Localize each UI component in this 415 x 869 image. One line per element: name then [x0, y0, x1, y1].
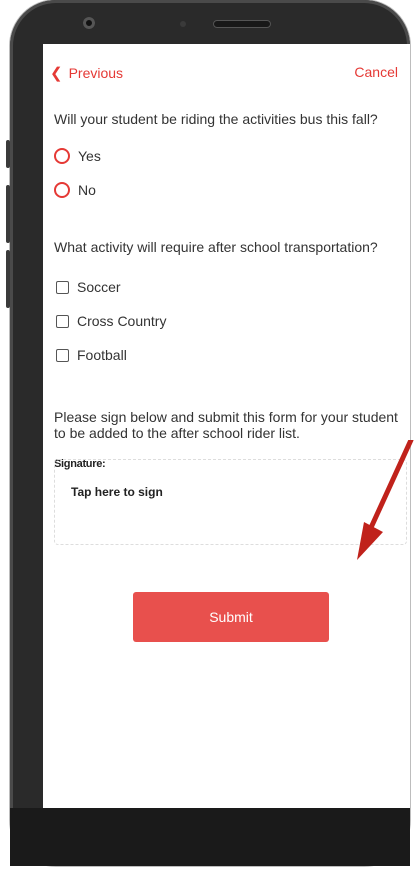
option-label: No — [78, 182, 96, 198]
checkbox-football[interactable]: Football — [54, 347, 127, 363]
previous-button[interactable]: ❮ Previous — [50, 64, 123, 82]
volume-down-button — [6, 250, 10, 308]
checkbox-soccer[interactable]: Soccer — [54, 279, 121, 295]
arrow-annotation-icon — [357, 440, 414, 560]
nav-bar: ❮ Previous Cancel — [43, 64, 410, 84]
radio-option-no[interactable]: No — [54, 182, 96, 198]
radio-option-yes[interactable]: Yes — [54, 148, 101, 164]
radio-circle-icon — [54, 182, 70, 198]
sensor-icon — [180, 21, 186, 27]
cancel-button[interactable]: Cancel — [354, 64, 398, 80]
checkbox-icon — [56, 314, 69, 328]
front-camera-icon — [83, 17, 95, 29]
side-button — [6, 140, 10, 168]
phone-frame: ❮ Previous Cancel Will your student be ri… — [6, 0, 410, 866]
checkbox-icon — [56, 348, 69, 362]
checkbox-icon — [56, 280, 69, 294]
option-label: Soccer — [77, 279, 121, 295]
checkbox-cross-country[interactable]: Cross Country — [54, 313, 166, 329]
app-screen: ❮ Previous Cancel Will your student be ri… — [43, 44, 410, 809]
question-bus: Will your student be riding the activiti… — [54, 111, 378, 127]
bottom-bezel — [10, 808, 410, 866]
option-label: Yes — [78, 148, 101, 164]
volume-up-button — [6, 185, 10, 243]
submit-button[interactable]: Submit — [133, 592, 329, 642]
question-activity: What activity will require after school … — [54, 239, 378, 255]
speaker-grille — [213, 20, 271, 28]
radio-circle-icon — [54, 148, 70, 164]
instructions-text: Please sign below and submit this form f… — [54, 409, 398, 441]
chevron-left-icon: ❮ — [50, 65, 63, 82]
option-label: Football — [77, 347, 127, 363]
previous-label: Previous — [68, 65, 124, 81]
signature-placeholder: Tap here to sign — [71, 485, 163, 499]
option-label: Cross Country — [77, 313, 167, 329]
